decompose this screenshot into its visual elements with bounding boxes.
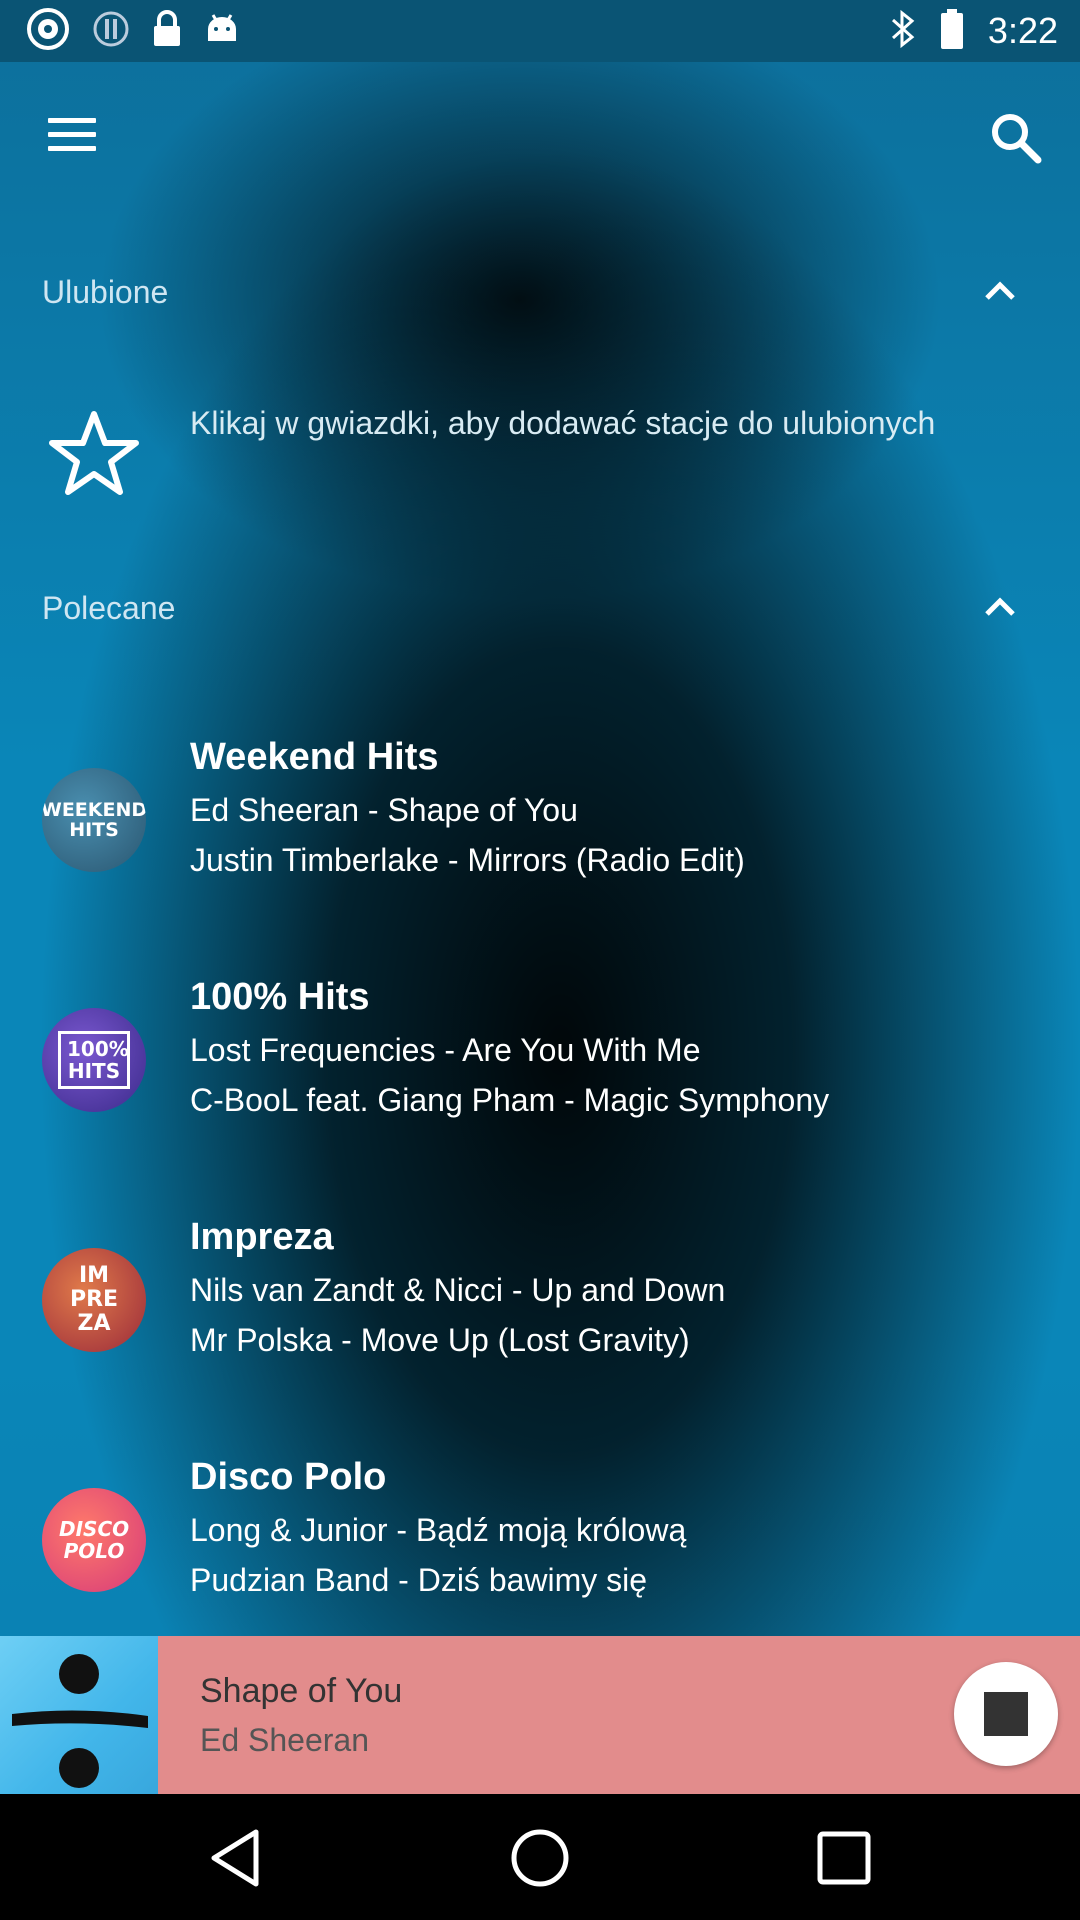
station-current-track: Ed Sheeran - Shape of You bbox=[190, 792, 578, 828]
station-next-track: Mr Polska - Move Up (Lost Gravity) bbox=[190, 1322, 690, 1358]
back-icon[interactable] bbox=[200, 1822, 272, 1894]
station-logo-text: IM PRE ZA bbox=[69, 1263, 119, 1336]
stop-button[interactable] bbox=[954, 1662, 1058, 1766]
menu-button[interactable] bbox=[44, 114, 100, 156]
station-logo: WEEKEND HITS bbox=[42, 768, 146, 872]
station-current-track: Lost Frequencies - Are You With Me bbox=[190, 1032, 701, 1068]
station-logo: IM PRE ZA bbox=[42, 1248, 146, 1352]
station-next-track: Justin Timberlake - Mirrors (Radio Edit) bbox=[190, 842, 745, 878]
station-name: Disco Polo bbox=[190, 1456, 387, 1498]
search-icon bbox=[992, 114, 1042, 164]
divide-symbol-icon bbox=[12, 1654, 148, 1788]
android-icon bbox=[204, 11, 240, 52]
station-logo: DISCO POLO bbox=[42, 1488, 146, 1592]
station-name: Impreza bbox=[190, 1216, 334, 1258]
favorites-hint: Klikaj w gwiazdki, aby dodawać stacje do… bbox=[190, 405, 936, 441]
bluetooth-icon bbox=[890, 9, 916, 54]
mini-player[interactable]: Shape of You Ed Sheeran bbox=[0, 1636, 1080, 1794]
menu-icon-bar bbox=[48, 146, 96, 151]
station-name: Weekend Hits bbox=[190, 736, 439, 778]
station-logo-text: 100% HITS bbox=[58, 1031, 130, 1089]
station-name: 100% Hits bbox=[190, 976, 370, 1018]
radio-icon bbox=[26, 7, 70, 56]
station-current-track: Nils van Zandt & Nicci - Up and Down bbox=[190, 1272, 726, 1308]
status-time: 3:22 bbox=[987, 10, 1058, 51]
player-artist: Ed Sheeran bbox=[200, 1722, 370, 1758]
star-outline-icon bbox=[49, 411, 139, 495]
station-logo: 100% HITS bbox=[42, 1008, 146, 1112]
recommended-header[interactable]: Polecane bbox=[42, 578, 1038, 638]
battery-icon bbox=[940, 8, 964, 55]
favorites-title: Ulubione bbox=[42, 273, 169, 310]
sync-icon bbox=[92, 10, 130, 53]
app-root: 3:22 Ulubione Klikaj w gwiazdki, aby dod… bbox=[0, 0, 1080, 1920]
status-bar: 3:22 bbox=[0, 0, 1080, 62]
chevron-up-icon[interactable] bbox=[982, 276, 1018, 306]
station-row-impreza[interactable]: IM PRE ZA Impreza Nils van Zandt & Nicci… bbox=[0, 1198, 1080, 1398]
station-next-track: Pudzian Band - Dziś bawimy się bbox=[190, 1562, 648, 1598]
menu-icon-bar bbox=[48, 118, 96, 123]
station-next-track: C-BooL feat. Giang Pham - Magic Symphony bbox=[190, 1082, 830, 1118]
recents-icon[interactable] bbox=[808, 1822, 880, 1894]
home-icon[interactable] bbox=[504, 1822, 576, 1894]
station-row-weekend-hits[interactable]: WEEKEND HITS Weekend Hits Ed Sheeran - S… bbox=[0, 718, 1080, 918]
station-row-disco-polo[interactable]: DISCO POLO Disco Polo Long & Junior - Bą… bbox=[0, 1438, 1080, 1638]
menu-icon-bar bbox=[48, 132, 96, 137]
station-current-track: Long & Junior - Bądź moją królową bbox=[190, 1512, 687, 1548]
stop-icon bbox=[984, 1692, 1028, 1736]
search-button[interactable] bbox=[986, 108, 1046, 168]
station-logo-text: WEEKEND HITS bbox=[42, 799, 146, 841]
lock-icon bbox=[152, 9, 182, 53]
station-row-100-hits[interactable]: 100% HITS 100% Hits Lost Frequencies - A… bbox=[0, 958, 1080, 1158]
station-logo-text: DISCO POLO bbox=[59, 1517, 130, 1563]
chevron-up-icon[interactable] bbox=[982, 592, 1018, 622]
navigation-bar bbox=[0, 1794, 1080, 1920]
player-track-title: Shape of You bbox=[200, 1672, 403, 1710]
album-art bbox=[0, 1636, 158, 1794]
recommended-title: Polecane bbox=[42, 589, 176, 626]
favorites-header[interactable]: Ulubione bbox=[42, 262, 1038, 322]
